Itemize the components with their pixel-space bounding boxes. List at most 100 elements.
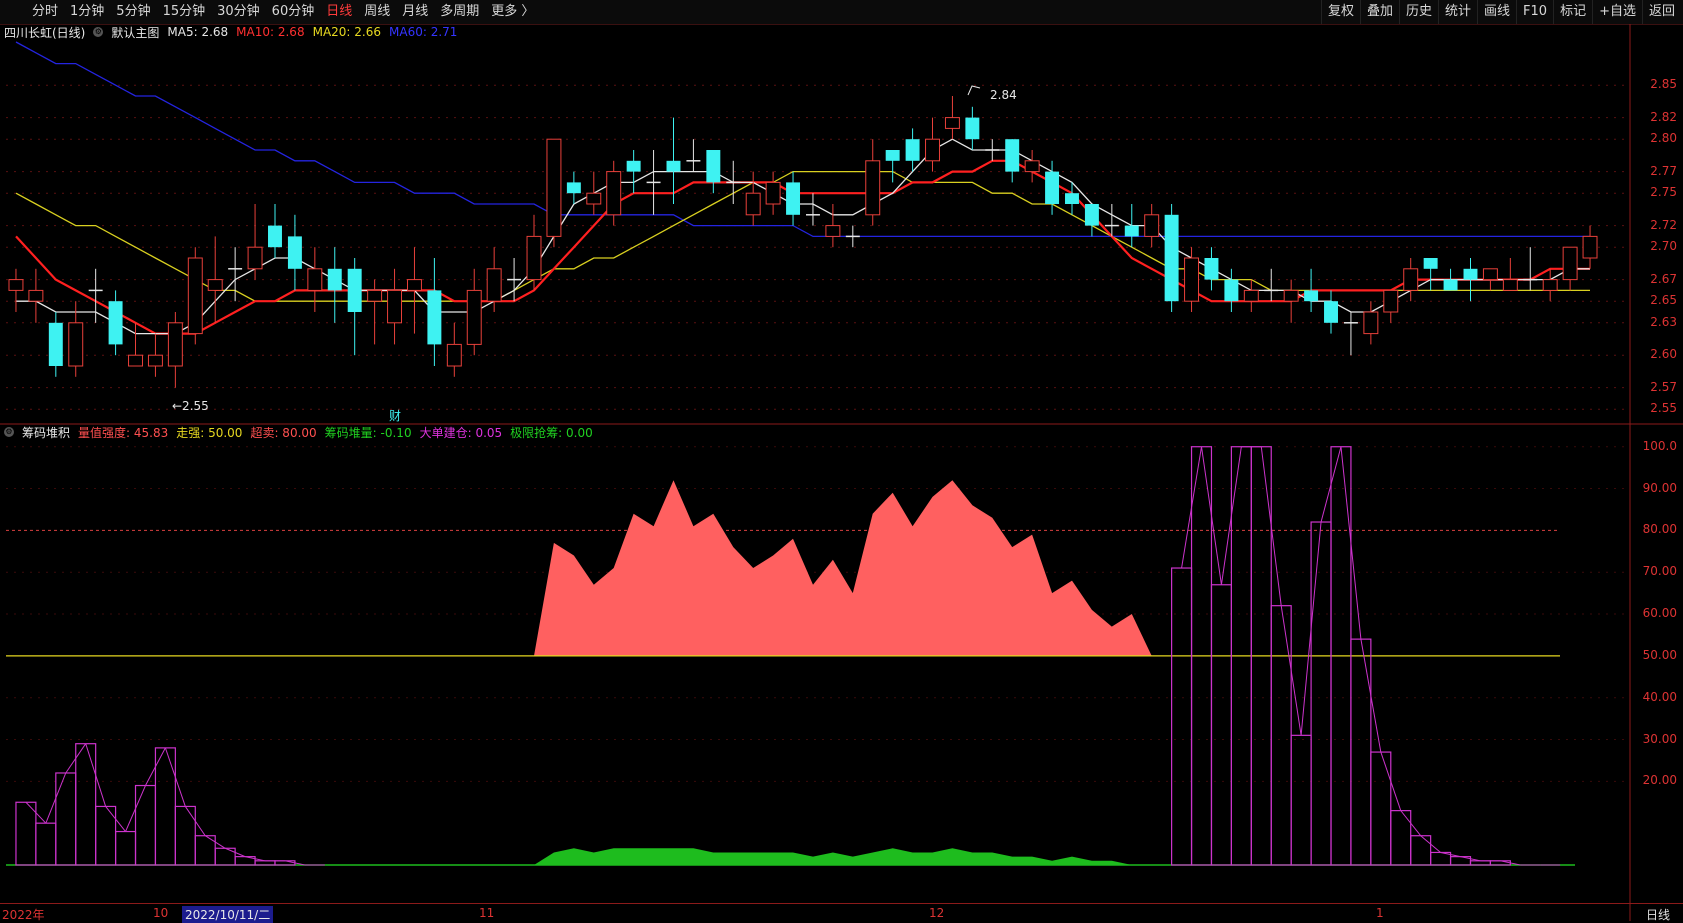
candle-body: [347, 268, 362, 312]
candle-body: [885, 150, 900, 161]
date-label: 10: [153, 906, 169, 920]
candle-body: [446, 343, 462, 367]
candle-body: [1224, 279, 1239, 302]
candle-body: [1562, 246, 1578, 281]
candle-body: [925, 138, 940, 162]
candle-body: [48, 322, 63, 366]
candle-body: [566, 182, 581, 194]
candle-body: [944, 117, 960, 129]
candle-body: [1502, 279, 1518, 291]
candle-body: [1463, 268, 1478, 280]
candle-body: [526, 235, 542, 281]
candle-body: [905, 139, 920, 161]
candle-body: [287, 236, 302, 269]
candle-body: [825, 225, 841, 237]
candle-body: [865, 160, 881, 216]
price-tick: 2.63: [1650, 314, 1677, 329]
candle-body: [1164, 214, 1179, 302]
candle-body: [427, 290, 442, 345]
candle-body: [406, 279, 422, 291]
price-tick: 2.70: [1650, 239, 1677, 254]
indicator-tick: 60.00: [1642, 606, 1677, 621]
candle-body: [387, 289, 403, 324]
candle-body: [1283, 289, 1299, 302]
candle-body: [1324, 301, 1338, 323]
indicator-tick: 100.0: [1642, 438, 1677, 453]
candle-body: [666, 160, 681, 172]
high-label: 2.84: [990, 88, 1017, 102]
candle-body: [965, 117, 980, 140]
candle-body: [1304, 290, 1319, 302]
candle-body: [1443, 279, 1458, 291]
chip-block: [55, 772, 77, 866]
price-tick: 2.77: [1650, 163, 1677, 178]
candle-body: [546, 138, 562, 237]
chip-block: [1270, 605, 1292, 866]
strength-area: [15, 480, 1152, 656]
date-label: 1: [1376, 906, 1384, 920]
finance-marker: 财: [389, 409, 401, 423]
candle-body: [207, 279, 223, 291]
chip-block: [1310, 521, 1332, 866]
candle-body: [268, 225, 282, 248]
indicator-tick: 70.00: [1642, 564, 1677, 579]
candle-body: [367, 289, 383, 302]
price-tick: 2.60: [1650, 347, 1677, 362]
candle-body: [1065, 193, 1079, 204]
indicator-tick: 30.00: [1642, 731, 1677, 746]
candle-body: [307, 268, 323, 291]
indicator-tick: 20.00: [1642, 773, 1677, 788]
candle-body: [1383, 289, 1399, 313]
indicator-tick: 50.00: [1642, 647, 1677, 662]
date-axis: 2022年 10 2022/10/11/二 11 12 1 日线: [0, 903, 1683, 923]
candle-body: [1243, 289, 1259, 302]
candle-body: [1363, 311, 1379, 335]
price-tick: 2.72: [1650, 217, 1677, 232]
crosshair-date: 2022/10/11/二: [182, 906, 274, 923]
candle-body: [1582, 235, 1598, 259]
candle-body: [247, 246, 263, 270]
chip-block: [35, 822, 57, 866]
candle-body: [1124, 225, 1139, 237]
indicator-tick: 40.00: [1642, 689, 1677, 704]
price-tick: 2.85: [1650, 77, 1677, 92]
period-label: 日线: [1646, 908, 1671, 922]
candle-body: [1024, 160, 1040, 173]
chip-block: [75, 743, 97, 866]
chip-block: [1171, 567, 1193, 866]
date-label: 12: [929, 906, 945, 920]
chip-block: [1410, 835, 1432, 866]
chip-block: [1350, 638, 1372, 866]
chip-block: [1370, 751, 1392, 866]
candle-body: [626, 160, 641, 172]
candle-body: [1084, 204, 1099, 226]
price-tick: 2.80: [1650, 131, 1677, 146]
candle-body: [1542, 279, 1558, 291]
chip-block: [15, 801, 37, 866]
chip-block: [1210, 584, 1232, 866]
candle-body: [1005, 139, 1020, 172]
price-tick: 2.57: [1650, 379, 1677, 394]
candle-body: [466, 289, 482, 345]
chip-block: [174, 805, 196, 866]
chip-block: [114, 830, 137, 866]
chip-block: [134, 784, 157, 866]
candle-body: [108, 301, 123, 345]
indicator-tick: 80.00: [1642, 522, 1677, 537]
candle-body: [1144, 214, 1160, 237]
candle-body: [8, 279, 24, 291]
candle-body: [486, 268, 502, 302]
candle-body: [606, 171, 622, 216]
date-label: 11: [479, 906, 495, 920]
price-tick: 2.55: [1650, 401, 1677, 416]
chip-block: [154, 747, 176, 866]
candle-body: [586, 192, 602, 205]
price-tick: 2.75: [1650, 185, 1677, 200]
candle-body: [147, 354, 163, 367]
kline-chart[interactable]: 2.84 ←2.55 财: [0, 0, 1683, 921]
price-tick: 2.67: [1650, 271, 1677, 286]
chip-block: [1290, 734, 1312, 866]
candle-body: [187, 257, 203, 335]
price-tick: 2.65: [1650, 293, 1677, 308]
candle-body: [745, 192, 761, 216]
